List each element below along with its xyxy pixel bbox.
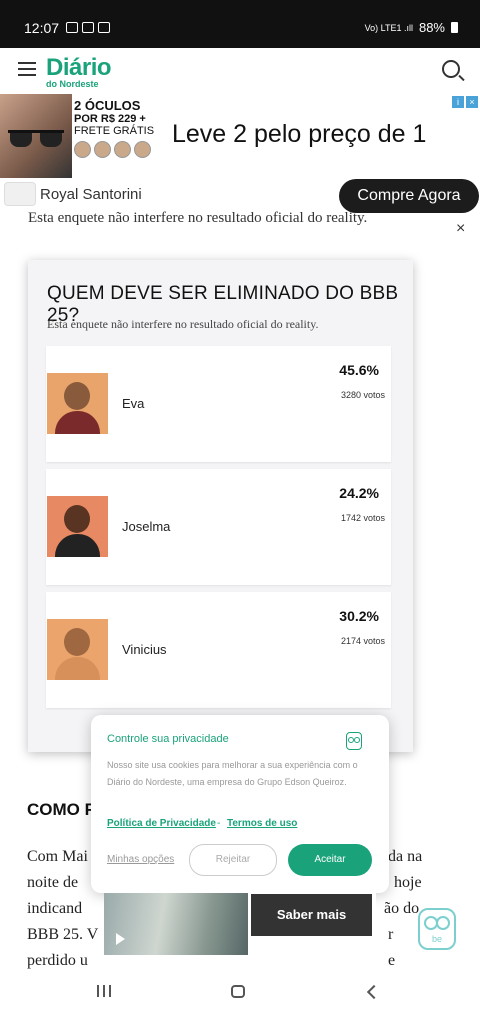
ad-cta-button[interactable]: Compre Agora bbox=[339, 179, 479, 213]
vote-percent: 45.6% bbox=[339, 362, 379, 378]
cookie-text: Nosso site usa cookies para melhorar a s… bbox=[107, 760, 358, 787]
status-right: Vo) LTE1 .ıll 88% bbox=[365, 20, 458, 35]
vote-count: 3280 votos bbox=[340, 390, 385, 400]
candidate-photo bbox=[47, 619, 108, 680]
article-line: e bbox=[388, 952, 396, 969]
battery-level: 88% bbox=[418, 20, 445, 35]
nav-back-icon[interactable] bbox=[366, 984, 382, 1000]
privacy-owl-icon bbox=[346, 732, 362, 750]
poll-subtitle: Esta enquete não interfere no resultado … bbox=[47, 317, 319, 331]
ad-brand-name: Royal Santorini bbox=[40, 186, 142, 203]
article-line: BBB 25. V bbox=[27, 926, 99, 943]
poll-card: QUEM DEVE SER ELIMINADO DO BBB 25? Esta … bbox=[28, 260, 413, 752]
site-logo[interactable]: Diário bbox=[46, 54, 112, 82]
vote-count: 1742 votos bbox=[340, 513, 385, 523]
cookie-title: Controle sua privacidade bbox=[107, 733, 229, 745]
site-header: Diário do Nordeste bbox=[0, 48, 480, 94]
ad-image[interactable] bbox=[0, 94, 72, 178]
bottom-ad[interactable]: Saber mais bbox=[104, 893, 376, 955]
nav-home-icon[interactable] bbox=[231, 985, 245, 998]
status-time: 12:07 bbox=[24, 20, 60, 36]
article-line: r bbox=[388, 926, 394, 943]
article-line: noite de bbox=[27, 874, 79, 891]
article-line: hoje bbox=[394, 874, 422, 891]
vote-count: 2174 votos bbox=[340, 636, 385, 646]
ad-faces bbox=[74, 141, 160, 158]
site-logo-subtitle: do Nordeste bbox=[46, 79, 99, 89]
vote-percent: 24.2% bbox=[339, 485, 379, 501]
article-line: da na bbox=[388, 848, 423, 865]
gallery-icon bbox=[98, 22, 110, 33]
navigation-bar bbox=[0, 970, 480, 1012]
my-options-link[interactable]: Minhas opções bbox=[107, 854, 174, 865]
be-badge-label: be bbox=[431, 934, 442, 944]
candidate-photo bbox=[47, 373, 108, 434]
ad-video[interactable] bbox=[104, 893, 248, 955]
terms-link[interactable]: Termos de uso bbox=[227, 818, 297, 829]
status-bar: 12:07 Vo) LTE1 .ıll 88% bbox=[0, 0, 480, 48]
cookie-consent-modal: Controle sua privacidade Nosso site usa … bbox=[91, 715, 389, 893]
vote-percent: 30.2% bbox=[339, 608, 379, 624]
ad-promo-line: POR R$ 229 + bbox=[74, 113, 146, 125]
network-indicator: Vo) LTE1 .ıll bbox=[364, 22, 413, 33]
learn-more-button[interactable]: Saber mais bbox=[251, 894, 372, 936]
poll-option[interactable]: Eva 45.6% 3280 votos bbox=[46, 346, 391, 462]
poll-option[interactable]: Joselma 24.2% 1742 votos bbox=[46, 469, 391, 585]
reject-button[interactable]: Rejeitar bbox=[189, 844, 277, 876]
candidate-photo bbox=[47, 496, 108, 557]
menu-icon[interactable] bbox=[18, 62, 36, 76]
article-heading: COMO F bbox=[27, 800, 95, 819]
battery-icon bbox=[451, 22, 458, 33]
article-text-partial: Esta enquete não interfere no resultado … bbox=[28, 210, 368, 226]
candidate-name: Eva bbox=[122, 396, 145, 411]
article-line: indicand bbox=[27, 900, 83, 917]
nav-recent-icon[interactable] bbox=[97, 985, 111, 997]
play-icon[interactable] bbox=[116, 933, 125, 945]
article-line: Com Mai bbox=[27, 848, 88, 865]
search-icon[interactable] bbox=[442, 60, 460, 78]
article-line: perdido u bbox=[27, 952, 88, 969]
candidate-name: Joselma bbox=[122, 519, 171, 534]
article-line: ão do bbox=[384, 900, 420, 917]
notification-icon bbox=[66, 22, 78, 33]
ad-promo-line: 2 ÓCULOS bbox=[74, 98, 141, 113]
accept-button[interactable]: Aceitar bbox=[288, 844, 372, 876]
ad-banner[interactable]: 2 ÓCULOS POR R$ 229 + FRETE GRÁTIS Leve … bbox=[0, 94, 480, 213]
close-icon[interactable]: × bbox=[456, 220, 465, 238]
link-separator: - bbox=[217, 818, 221, 829]
ad-promo[interactable]: 2 ÓCULOS POR R$ 229 + FRETE GRÁTIS bbox=[74, 98, 160, 178]
ad-headline[interactable]: Leve 2 pelo preço de 1 bbox=[172, 120, 426, 149]
ad-promo-line: FRETE GRÁTIS bbox=[74, 125, 155, 137]
poll-option[interactable]: Vinicius 30.2% 2174 votos bbox=[46, 592, 391, 708]
be-owl-icon[interactable]: be bbox=[418, 908, 456, 950]
candidate-name: Vinicius bbox=[122, 642, 167, 657]
ad-brand-logo bbox=[4, 182, 36, 206]
privacy-policy-link[interactable]: Política de Privacidade bbox=[107, 818, 216, 829]
ad-choices-icon[interactable]: i × bbox=[452, 96, 478, 108]
notification-icon bbox=[82, 22, 94, 33]
sunglasses-icon bbox=[8, 130, 64, 149]
